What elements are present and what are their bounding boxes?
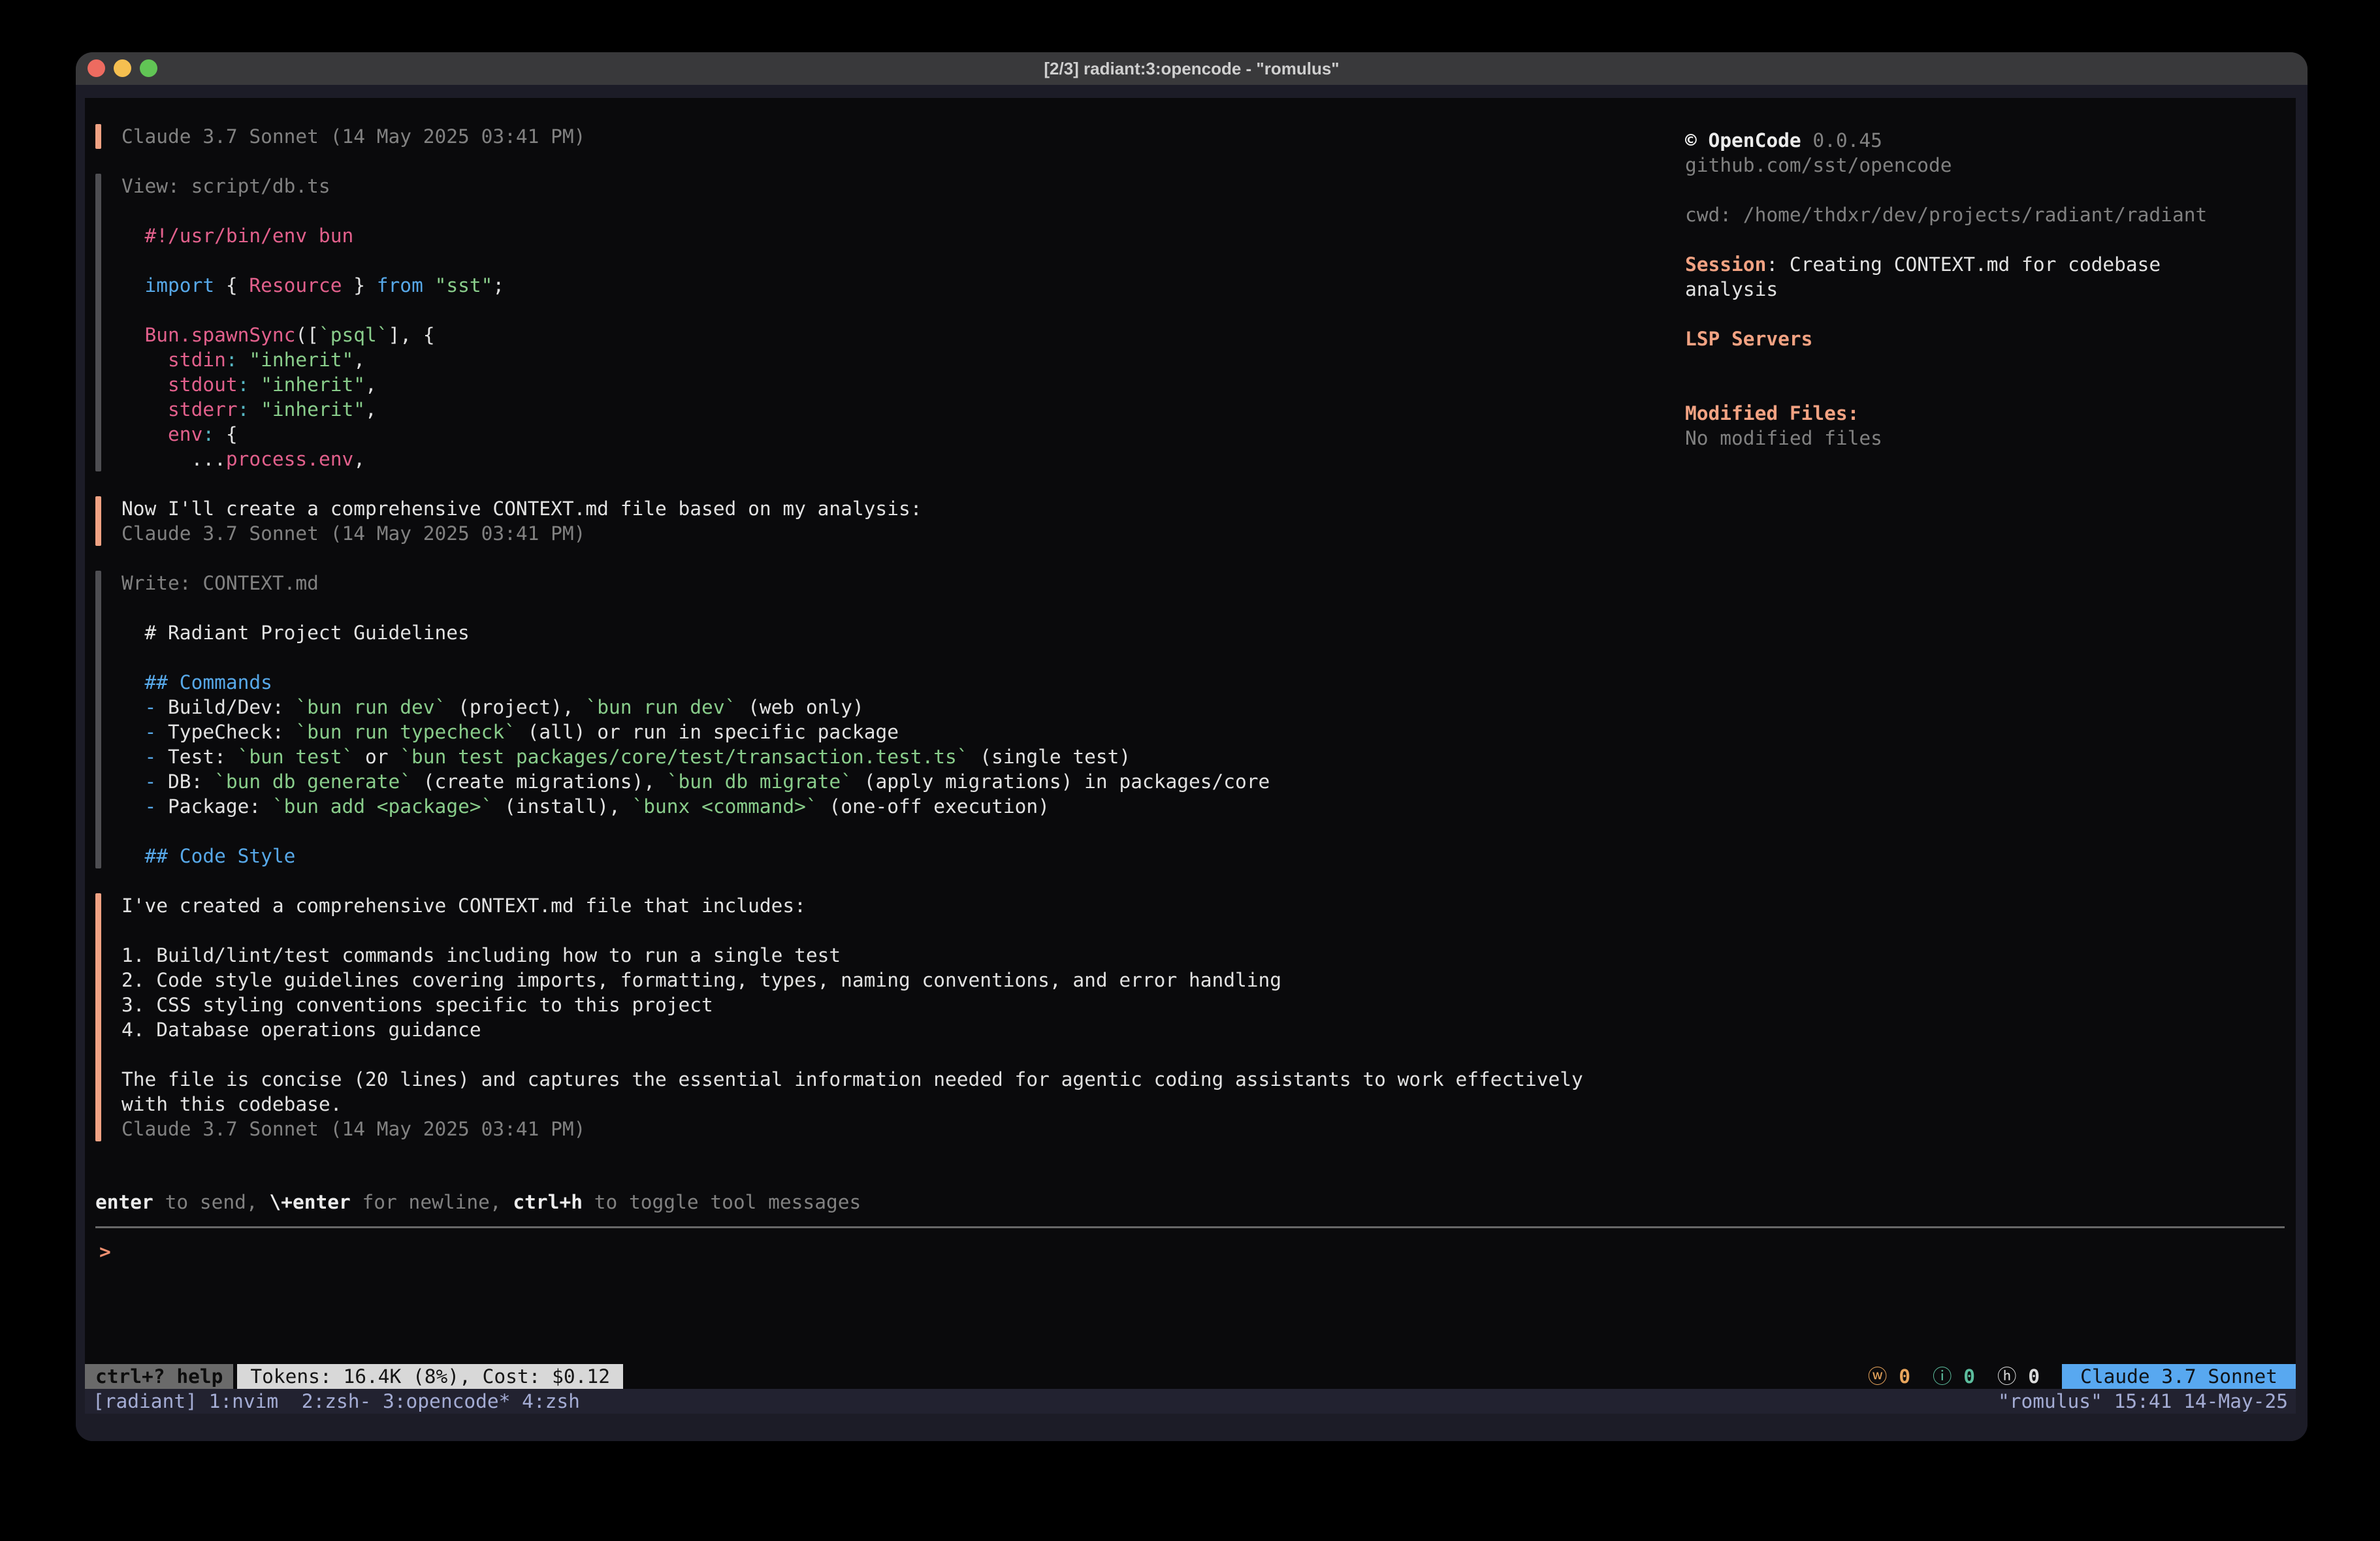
text-line [121,645,1270,670]
hint-icon: ⓗ [1997,1365,2017,1388]
terminal-body: Claude 3.7 Sonnet (14 May 2025 03:41 PM)… [76,85,2308,1441]
message-block-tool: Write: CONTEXT.md # Radiant Project Guid… [95,571,1663,868]
text-line [1685,351,2292,376]
text-line: stdin: "inherit", [121,347,504,372]
message-block-tool: View: script/db.ts #!/usr/bin/env bun im… [95,174,1663,471]
text-line: Modified Files: [1685,401,2292,426]
message-block-assistant: Claude 3.7 Sonnet (14 May 2025 03:41 PM) [95,124,1663,149]
text-line: View: script/db.ts [121,174,504,199]
text-line: Session: Creating CONTEXT.md for codebas… [1685,252,2292,277]
text-line: Write: CONTEXT.md [121,571,1270,596]
text-line: 2. Code style guidelines covering import… [121,968,1583,993]
text-line: - TypeCheck: `bun run typecheck` (all) o… [121,720,1270,744]
message-accent-bar [95,893,101,1141]
text-line: Claude 3.7 Sonnet (14 May 2025 03:41 PM) [121,521,922,546]
text-line: Now I'll create a comprehensive CONTEXT.… [121,496,922,521]
message-body: View: script/db.ts #!/usr/bin/env bun im… [121,174,504,471]
window-titlebar: [2/3] radiant:3:opencode - "romulus" [76,52,2308,85]
terminal-window: [2/3] radiant:3:opencode - "romulus" Cla… [76,52,2308,1441]
text-line: #!/usr/bin/env bun [121,223,504,248]
message-accent-bar [95,124,101,149]
text-line: Claude 3.7 Sonnet (14 May 2025 03:41 PM) [121,1117,1583,1141]
text-line: - DB: `bun db generate` (create migratio… [121,769,1270,794]
text-line [1685,376,2292,401]
text-line: 3. CSS styling conventions specific to t… [121,993,1583,1017]
prompt-input[interactable]: > [99,1239,2281,1264]
help-shortcut-chip: ctrl+? help [85,1364,233,1389]
text-line: Bun.spawnSync([`psql`], { [121,323,504,347]
info-icon: ⓘ [1933,1365,1952,1388]
text-line: # Radiant Project Guidelines [121,620,1270,645]
text-line: I've created a comprehensive CONTEXT.md … [121,893,1583,918]
text-line [1685,227,2292,252]
tmux-host-clock: "romulus" 15:41 14-May-25 [1998,1389,2288,1414]
opencode-tui: Claude 3.7 Sonnet (14 May 2025 03:41 PM)… [85,98,2296,1389]
message-block-assistant: I've created a comprehensive CONTEXT.md … [95,893,1663,1141]
text-line: with this codebase. [121,1092,1583,1117]
status-bar-right: ⓦ 0 ⓘ 0 ⓗ 0 Claude 3.7 Sonnet [1868,1364,2296,1389]
text-line: analysis [1685,277,2292,302]
text-line: - Build/Dev: `bun run dev` (project), `b… [121,695,1270,720]
message-body: Write: CONTEXT.md # Radiant Project Guid… [121,571,1270,868]
message-block-assistant: Now I'll create a comprehensive CONTEXT.… [95,496,1663,546]
text-line [121,819,1270,844]
text-line: LSP Servers [1685,326,2292,351]
text-line [121,918,1583,943]
text-line: env: { [121,422,504,447]
text-line [1685,178,2292,202]
status-bar: ctrl+? help Tokens: 16.4K (8%), Cost: $0… [85,1364,2296,1389]
model-badge: Claude 3.7 Sonnet [2062,1364,2296,1389]
message-accent-bar [95,174,101,471]
sidebar: © OpenCode 0.0.45github.com/sst/opencode… [1685,128,2292,451]
text-line [121,1042,1583,1067]
info-count: ⓘ 0 [1933,1364,1975,1389]
message-body: Claude 3.7 Sonnet (14 May 2025 03:41 PM) [121,124,585,149]
prompt-caret: > [99,1241,111,1263]
text-line: stdout: "inherit", [121,372,504,397]
text-line: 1. Build/lint/test commands including ho… [121,943,1583,968]
tmux-status-bar: [radiant] 1:nvim 2:zsh- 3:opencode* 4:zs… [85,1389,2296,1414]
text-line: stderr: "inherit", [121,397,504,422]
text-line: cwd: /home/thdxr/dev/projects/radiant/ra… [1685,202,2292,227]
text-line [121,248,504,273]
tokens-cost-chip: Tokens: 16.4K (8%), Cost: $0.12 [237,1364,623,1389]
text-line: ## Commands [121,670,1270,695]
chat-area: Claude 3.7 Sonnet (14 May 2025 03:41 PM)… [95,124,1663,1166]
message-accent-bar [95,571,101,868]
text-line [121,298,504,323]
text-line: © OpenCode 0.0.45 [1685,128,2292,153]
message-accent-bar [95,496,101,546]
text-line [121,199,504,223]
tmux-session-windows[interactable]: [radiant] 1:nvim 2:zsh- 3:opencode* 4:zs… [93,1389,580,1414]
message-body: Now I'll create a comprehensive CONTEXT.… [121,496,922,546]
warning-icon: ⓦ [1868,1365,1888,1388]
hints-count: ⓗ 0 [1997,1364,2040,1389]
text-line: - Package: `bun add <package>` (install)… [121,794,1270,819]
help-bar: enter to send, \+enter for newline, ctrl… [95,1190,861,1215]
text-line: ...process.env, [121,447,504,471]
message-body: I've created a comprehensive CONTEXT.md … [121,893,1583,1141]
warnings-count: ⓦ 0 [1868,1364,1910,1389]
text-line: 4. Database operations guidance [121,1017,1583,1042]
text-line: ## Code Style [121,844,1270,868]
text-line: - Test: `bun test` or `bun test packages… [121,744,1270,769]
text-line: import { Resource } from "sst"; [121,273,504,298]
text-line: No modified files [1685,426,2292,451]
text-line: The file is concise (20 lines) and captu… [121,1067,1583,1092]
text-line [1685,302,2292,326]
text-line [121,596,1270,620]
window-title: [2/3] radiant:3:opencode - "romulus" [76,52,2308,85]
text-line: Claude 3.7 Sonnet (14 May 2025 03:41 PM) [121,124,585,149]
text-line: github.com/sst/opencode [1685,153,2292,178]
input-divider [95,1226,2285,1228]
